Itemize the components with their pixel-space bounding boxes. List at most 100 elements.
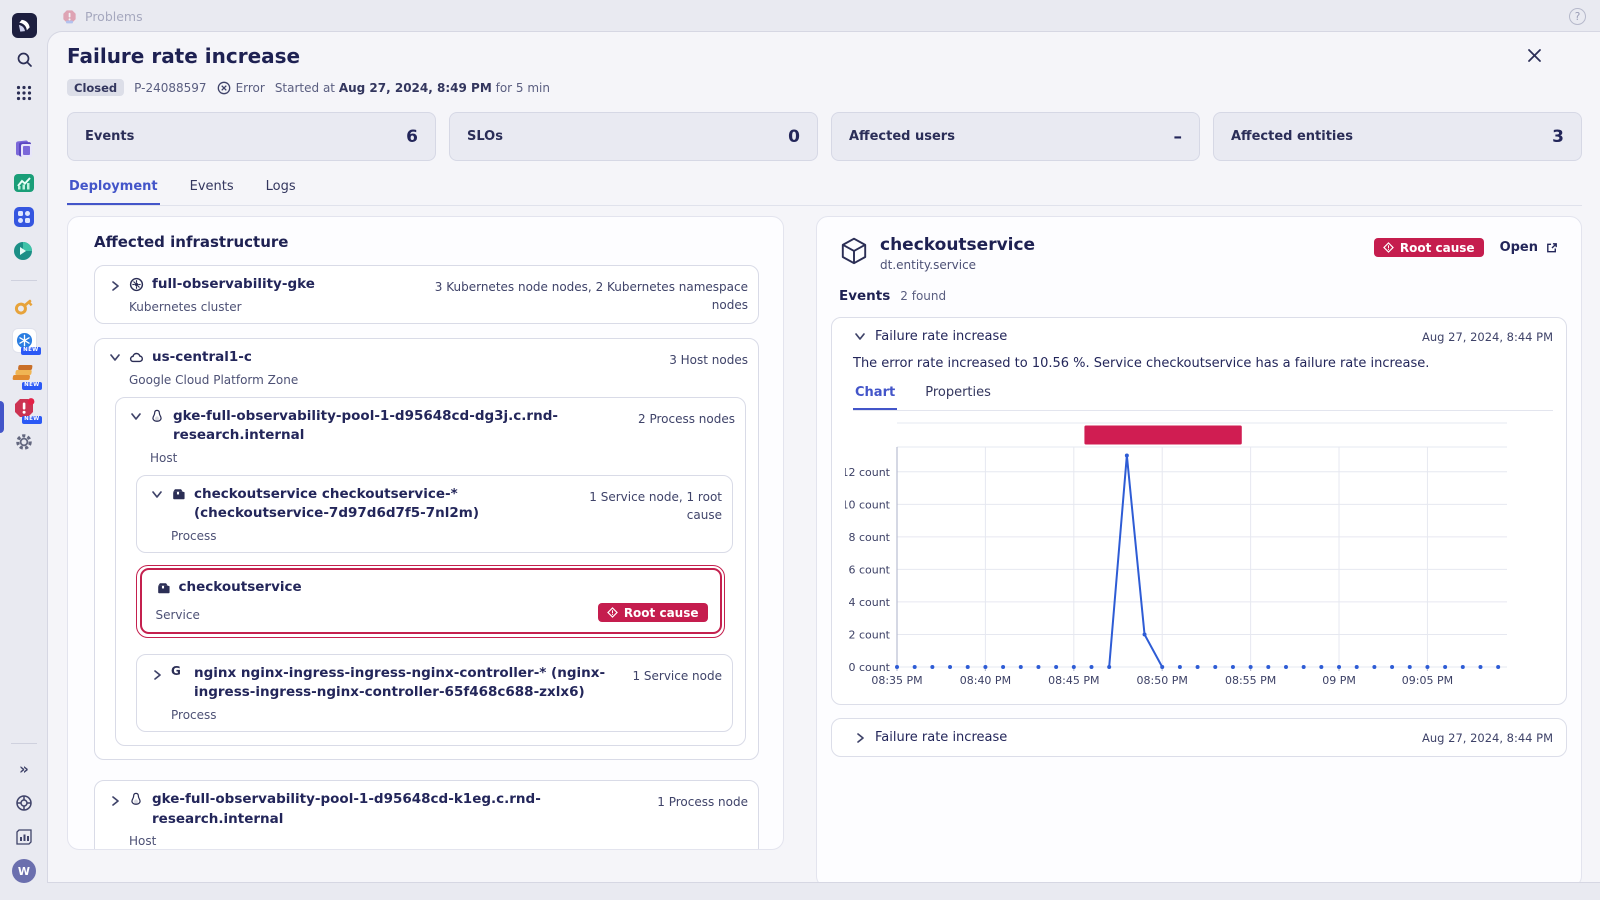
root-cause-badge: Root cause: [598, 603, 708, 622]
node-meta: 1 Service node, 1 root cause: [587, 485, 722, 524]
event-card-collapsed: Failure rate increase Aug 27, 2024, 8:44…: [831, 718, 1567, 757]
started-date: Aug 27, 2024, 8:49 PM: [339, 81, 492, 95]
external-link-icon: [1545, 241, 1559, 255]
svg-text:08:35 PM: 08:35 PM: [871, 674, 922, 687]
tab-logs[interactable]: Logs: [264, 179, 298, 205]
tree-node-process-checkoutservice: checkoutservice checkoutservice-* (check…: [136, 475, 733, 553]
event-timestamp: Aug 27, 2024, 8:44 PM: [1422, 731, 1553, 745]
new-badge: NEW: [21, 347, 40, 355]
open-button[interactable]: Open: [1500, 240, 1559, 255]
nginx-icon: G: [171, 665, 186, 677]
node-type: Host: [150, 451, 624, 465]
cloud-icon: [129, 350, 144, 365]
tab-chart[interactable]: Chart: [853, 385, 897, 410]
dynatrace-logo-icon[interactable]: [7, 10, 41, 40]
status-badge: Closed: [67, 79, 124, 96]
node-name: nginx nginx-ingress-ingress-nginx-contro…: [194, 664, 618, 703]
stat-card-slos[interactable]: SLOs 0: [449, 112, 818, 161]
problems-alert-icon: [62, 9, 77, 24]
svg-text:08:50 PM: 08:50 PM: [1137, 674, 1188, 687]
usage-chart-icon[interactable]: [7, 822, 41, 852]
kubernetes-icon: [129, 277, 144, 292]
app-icon-clouds[interactable]: [7, 134, 41, 164]
affected-infrastructure-heading: Affected infrastructure: [94, 233, 759, 251]
app-window: NEW NEW NEW » W: [0, 0, 1600, 900]
tab-problems[interactable]: Problems: [62, 9, 143, 24]
app-icon-analytics[interactable]: [7, 168, 41, 198]
started-at: Started at Aug 27, 2024, 8:49 PM for 5 m…: [275, 81, 550, 95]
event-card-expanded: Failure rate increase Aug 27, 2024, 8:44…: [831, 317, 1567, 705]
app-icon-services[interactable]: [7, 202, 41, 232]
events-label: Events: [839, 288, 890, 304]
svg-text:08:40 PM: 08:40 PM: [960, 674, 1011, 687]
tab-properties[interactable]: Properties: [923, 385, 993, 410]
diamond-alert-icon: [607, 607, 618, 618]
root-cause-badge: Root cause: [1374, 238, 1484, 257]
entity-cube-icon: [839, 236, 869, 272]
app-icon-problems-active[interactable]: NEW: [7, 393, 41, 423]
event-title: Failure rate increase: [875, 730, 1422, 745]
summary-stats: Events 6 SLOs 0 Affected users – Affecte…: [67, 112, 1582, 161]
affected-infrastructure-card: Affected infrastructure full-observabili…: [67, 216, 784, 850]
app-icon-snowflake-new[interactable]: NEW: [7, 325, 41, 355]
error-circle-icon: [217, 81, 231, 95]
svg-text:6 count: 6 count: [848, 563, 890, 576]
problem-detail-panel: Failure rate increase Closed P-24088597 …: [48, 32, 1600, 882]
help-lifebuoy-icon[interactable]: [7, 788, 41, 818]
search-icon[interactable]: [7, 44, 41, 74]
stat-card-events[interactable]: Events 6: [67, 112, 436, 161]
help-icon[interactable]: ?: [1569, 8, 1586, 25]
app-grid-icon[interactable]: [7, 78, 41, 108]
event-description: The error rate increased to 10.56 %. Ser…: [853, 356, 1551, 371]
linux-host-icon: [129, 792, 144, 807]
entity-title: checkoutservice: [880, 235, 1374, 255]
node-type: Process: [171, 529, 573, 543]
app-icon-infrastructure[interactable]: [7, 236, 41, 266]
chevron-down-icon[interactable]: [845, 332, 875, 341]
node-meta: 3 Kubernetes node nodes, 2 Kubernetes na…: [418, 275, 748, 314]
chevron-right-icon[interactable]: [101, 790, 129, 807]
expand-rail-icon[interactable]: »: [7, 754, 41, 784]
chevron-right-icon[interactable]: [845, 732, 875, 744]
event-header[interactable]: Failure rate increase Aug 27, 2024, 8:44…: [845, 329, 1553, 344]
tree-node-service-root-cause[interactable]: checkoutservice Service Root cause: [136, 565, 725, 638]
close-icon[interactable]: [1527, 48, 1542, 67]
stat-card-affected-entities[interactable]: Affected entities 3: [1213, 112, 1582, 161]
chevron-down-icon[interactable]: [143, 485, 171, 499]
chevron-right-icon[interactable]: [143, 664, 171, 681]
user-avatar[interactable]: W: [7, 856, 41, 886]
main-tabs: Deployment Events Logs: [67, 179, 1582, 206]
tab-deployment[interactable]: Deployment: [67, 179, 160, 205]
svg-text:08:55 PM: 08:55 PM: [1225, 674, 1276, 687]
node-meta: 1 Process node: [657, 790, 748, 811]
problem-id: P-24088597: [134, 81, 206, 95]
event-header[interactable]: Failure rate increase Aug 27, 2024, 8:44…: [845, 730, 1553, 745]
event-tabs: Chart Properties: [853, 385, 1553, 411]
svg-text:09:05 PM: 09:05 PM: [1402, 674, 1453, 687]
settings-gear-icon[interactable]: [7, 427, 41, 457]
app-icon-access-key[interactable]: [7, 291, 41, 321]
svg-text:2 count: 2 count: [848, 628, 890, 641]
app-icon-logs-new[interactable]: NEW: [7, 359, 41, 389]
diamond-alert-icon: [1383, 242, 1394, 253]
chevron-down-icon[interactable]: [122, 407, 150, 421]
tree-node-host-dg3j: gke-full-observability-pool-1-d95648cd-d…: [115, 397, 746, 746]
chevron-down-icon[interactable]: [101, 348, 129, 362]
linux-host-icon: [150, 409, 165, 424]
tab-events[interactable]: Events: [188, 179, 236, 205]
node-name: checkoutservice checkoutservice-* (check…: [194, 485, 573, 524]
node-type: Kubernetes cluster: [129, 300, 404, 314]
severity-label: Error: [236, 81, 265, 95]
node-meta: 3 Host nodes: [669, 348, 748, 369]
rail-divider: [11, 280, 37, 281]
stat-card-affected-users[interactable]: Affected users –: [831, 112, 1200, 161]
tree-node-cluster: full-observability-gke Kubernetes cluste…: [94, 265, 759, 324]
svg-text:10 count: 10 count: [845, 498, 891, 511]
tree-node-process-nginx: G nginx nginx-ingress-ingress-nginx-cont…: [136, 654, 733, 732]
events-count: 2 found: [900, 289, 946, 303]
process-package-icon: [171, 487, 186, 501]
node-type: Service: [156, 608, 200, 622]
problem-meta-row: Closed P-24088597 Error Started at Aug 2…: [67, 79, 1580, 96]
node-type: Host: [129, 834, 643, 848]
chevron-right-icon[interactable]: [101, 275, 129, 292]
